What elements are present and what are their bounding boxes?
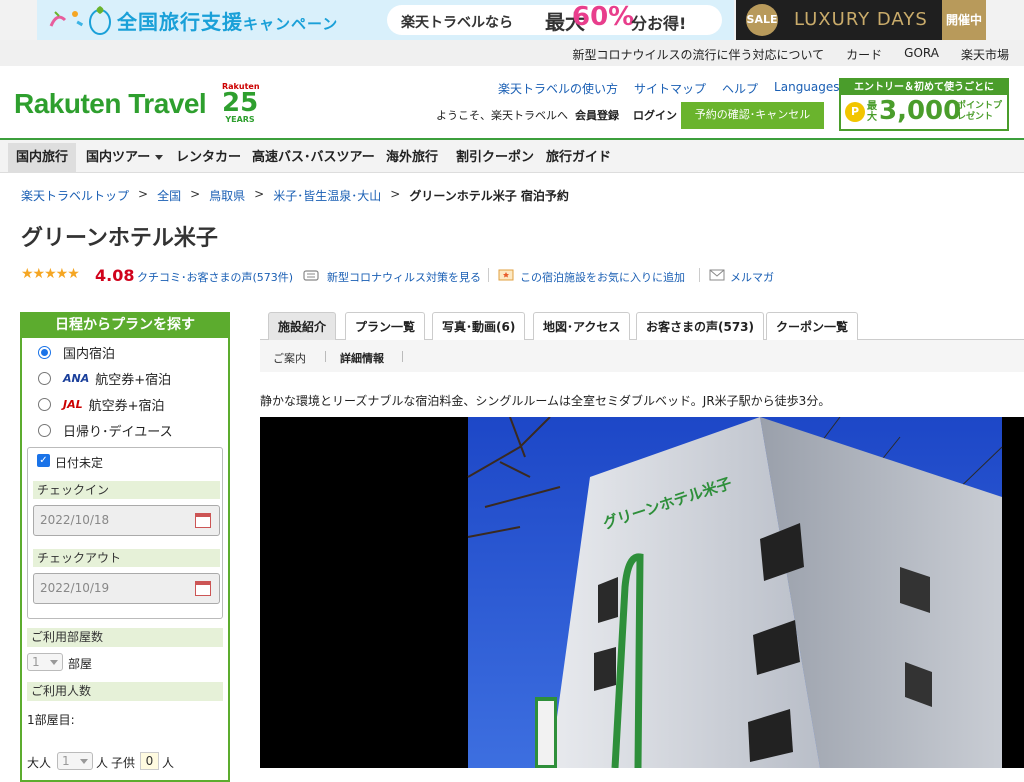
- hotel-photo[interactable]: グリーンホテル米子: [260, 417, 1024, 768]
- radio[interactable]: [38, 423, 51, 437]
- newsletter-link[interactable]: メルマガ: [730, 269, 774, 285]
- promo-pill: 楽天トラベルなら 最大 60% 分お得!: [387, 2, 722, 35]
- breadcrumb-national[interactable]: 全国: [157, 187, 181, 204]
- date-undecided-label[interactable]: 日付未定: [55, 454, 103, 471]
- child-count-input[interactable]: 0: [140, 752, 159, 770]
- luxury-days-tag: 開催中: [942, 0, 986, 40]
- hotel-building-image: グリーンホテル米子: [467, 417, 1003, 768]
- nav-bus[interactable]: 高速バス･バスツアー: [244, 143, 383, 173]
- reservation-confirm-button[interactable]: 予約の確認･キャンセル: [681, 102, 824, 129]
- breadcrumb-top[interactable]: 楽天トラベルトップ: [21, 187, 129, 204]
- luxury-days-banner[interactable]: SALE LUXURY DAYS 開催中: [736, 0, 986, 40]
- option-ana-air-stay[interactable]: ANA 航空券+宿泊: [38, 368, 171, 388]
- breadcrumb: 楽天トラベルトップ > 全国 > 鳥取県 > 米子･皆生温泉･大山 > グリーン…: [21, 187, 569, 204]
- rooms-unit: 部屋: [68, 657, 93, 671]
- sale-badge: SALE: [746, 4, 778, 36]
- hotel-description: 静かな環境とリーズナブルな宿泊料金、シングルルームは全室セミダブルベッド。JR米…: [260, 394, 831, 408]
- covid-info-icon: [303, 270, 319, 281]
- breadcrumb-area[interactable]: 米子･皆生温泉･大山: [273, 187, 381, 204]
- checkout-label: チェックアウト: [33, 549, 220, 567]
- adult-select[interactable]: 1: [57, 752, 93, 770]
- rooms-select[interactable]: 1: [27, 653, 63, 671]
- covid-measures-link[interactable]: 新型コロナウィルス対策を見る: [327, 269, 481, 285]
- mail-icon: [709, 269, 725, 281]
- rating-row: ★★★★★ 4.08 クチコミ･お客さまの声(573件) 新型コロナウィルス対策…: [21, 266, 1011, 286]
- register-link[interactable]: 会員登録: [575, 107, 619, 123]
- checkin-input[interactable]: 2022/10/18: [33, 505, 220, 536]
- utility-link-card[interactable]: カード: [846, 46, 882, 63]
- chevron-down-icon: [155, 155, 164, 160]
- travel-support-banner[interactable]: 全国旅行支援キャンペーン 楽天トラベルなら 最大 60% 分お得!: [37, 0, 734, 40]
- checkin-label: チェックイン: [33, 481, 220, 499]
- main-nav: 国内旅行 国内ツアー レンタカー 高速バス･バスツアー 海外旅行 割引クーポン …: [0, 140, 1024, 173]
- confetti-icon: [49, 11, 84, 27]
- rating-score: 4.08: [95, 266, 135, 285]
- favorite-link[interactable]: この宿泊施設をお気に入りに追加: [520, 269, 685, 285]
- entry-points-banner[interactable]: エントリー＆初めて使うごとに P 最大 3,000 ポイントプレゼント: [839, 78, 1009, 131]
- people-label: ご利用人数: [27, 682, 223, 701]
- subtab-guide[interactable]: ご案内: [273, 350, 306, 366]
- adult-label: 大人: [27, 756, 52, 770]
- luxury-days-text: LUXURY DAYS: [794, 9, 928, 30]
- utility-bar: 新型コロナウイルスの流行に伴う対応について カード GORA 楽天市場: [0, 40, 1024, 66]
- date-undecided-checkbox[interactable]: ✓: [37, 454, 50, 467]
- breadcrumb-current: グリーンホテル米子 宿泊予約: [409, 189, 569, 203]
- header-link-howto[interactable]: 楽天トラベルの使い方: [498, 80, 618, 97]
- child-label: 子供: [111, 756, 136, 770]
- point-coin-icon: P: [845, 102, 865, 122]
- anniversary-logo: Rakuten 25 YEARS: [222, 82, 260, 124]
- breadcrumb-prefecture[interactable]: 鳥取県: [209, 187, 245, 204]
- tab-reviews[interactable]: お客さまの声(573): [636, 312, 765, 340]
- plan-search-panel: 日程からプランを探す 国内宿泊 ANA 航空券+宿泊 JAL 航空券+宿泊 日帰…: [20, 312, 230, 782]
- option-day-use[interactable]: 日帰り･デイユース: [38, 420, 173, 440]
- calendar-icon[interactable]: [195, 513, 211, 528]
- room1-label: 1部屋目:: [27, 713, 75, 727]
- tab-overview[interactable]: 施設紹介: [268, 312, 337, 340]
- option-domestic-stay[interactable]: 国内宿泊: [38, 342, 115, 362]
- nav-overseas[interactable]: 海外旅行: [378, 143, 446, 173]
- option-jal-air-stay[interactable]: JAL 航空券+宿泊: [38, 394, 165, 414]
- sub-tabs: ご案内 詳細情報: [260, 340, 1024, 372]
- rakuten-travel-logo[interactable]: Rakuten Travel: [14, 88, 207, 120]
- tab-photos[interactable]: 写真･動画(6): [432, 312, 526, 340]
- nav-coupon[interactable]: 割引クーポン: [448, 143, 542, 173]
- welcome-text: ようこそ、楽天トラベルへ: [436, 109, 568, 122]
- tab-plans[interactable]: プラン一覧: [345, 312, 426, 340]
- tab-coupons[interactable]: クーポン一覧: [766, 312, 859, 340]
- favorite-icon: [498, 269, 514, 281]
- date-selection-box: ✓ 日付未定 チェックイン 2022/10/18 チェックアウト 2022/10…: [27, 447, 223, 619]
- radio[interactable]: [38, 371, 51, 385]
- nav-domestic[interactable]: 国内旅行: [8, 143, 77, 173]
- utility-link-covid[interactable]: 新型コロナウイルスの流行に伴う対応について: [573, 46, 825, 63]
- adult-unit: 人: [96, 756, 109, 770]
- header-link-sitemap[interactable]: サイトマップ: [634, 80, 706, 97]
- promo-title: 全国旅行支援キャンペーン: [117, 10, 339, 34]
- utility-link-gora[interactable]: GORA: [904, 46, 939, 63]
- jal-logo: JAL: [63, 397, 83, 411]
- rooms-label: ご利用部屋数: [27, 628, 223, 647]
- reviews-link[interactable]: クチコミ･お客さまの声(573件): [137, 269, 293, 285]
- hotel-tabs: 施設紹介 プラン一覧 写真･動画(6) 地図･アクセス お客さまの声(573) …: [260, 312, 1024, 340]
- subtab-details[interactable]: 詳細情報: [340, 350, 384, 366]
- nav-domestic-tour[interactable]: 国内ツアー: [78, 143, 171, 173]
- site-header: Rakuten Travel Rakuten 25 YEARS 楽天トラベルの使…: [0, 66, 1024, 140]
- radio[interactable]: [38, 397, 51, 411]
- search-panel-heading: 日程からプランを探す: [20, 312, 230, 338]
- radio-selected[interactable]: [38, 345, 51, 359]
- page-title: グリーンホテル米子: [21, 226, 218, 251]
- star-rating: ★★★★★: [21, 266, 80, 282]
- leaf-mascot-icon: [89, 6, 111, 35]
- nav-rentacar[interactable]: レンタカー: [168, 143, 249, 173]
- header-link-help[interactable]: ヘルプ: [722, 80, 758, 97]
- tab-map-access[interactable]: 地図･アクセス: [533, 312, 631, 340]
- calendar-icon[interactable]: [195, 581, 211, 596]
- login-link[interactable]: ログイン: [633, 107, 677, 123]
- checkout-input[interactable]: 2022/10/19: [33, 573, 220, 604]
- promo-banner[interactable]: 全国旅行支援キャンペーン 楽天トラベルなら 最大 60% 分お得! SALE L…: [0, 0, 1024, 40]
- ana-logo: ANA: [63, 371, 90, 385]
- child-unit: 人: [162, 756, 175, 770]
- nav-guide[interactable]: 旅行ガイド: [538, 143, 619, 173]
- utility-link-ichiba[interactable]: 楽天市場: [961, 46, 1009, 63]
